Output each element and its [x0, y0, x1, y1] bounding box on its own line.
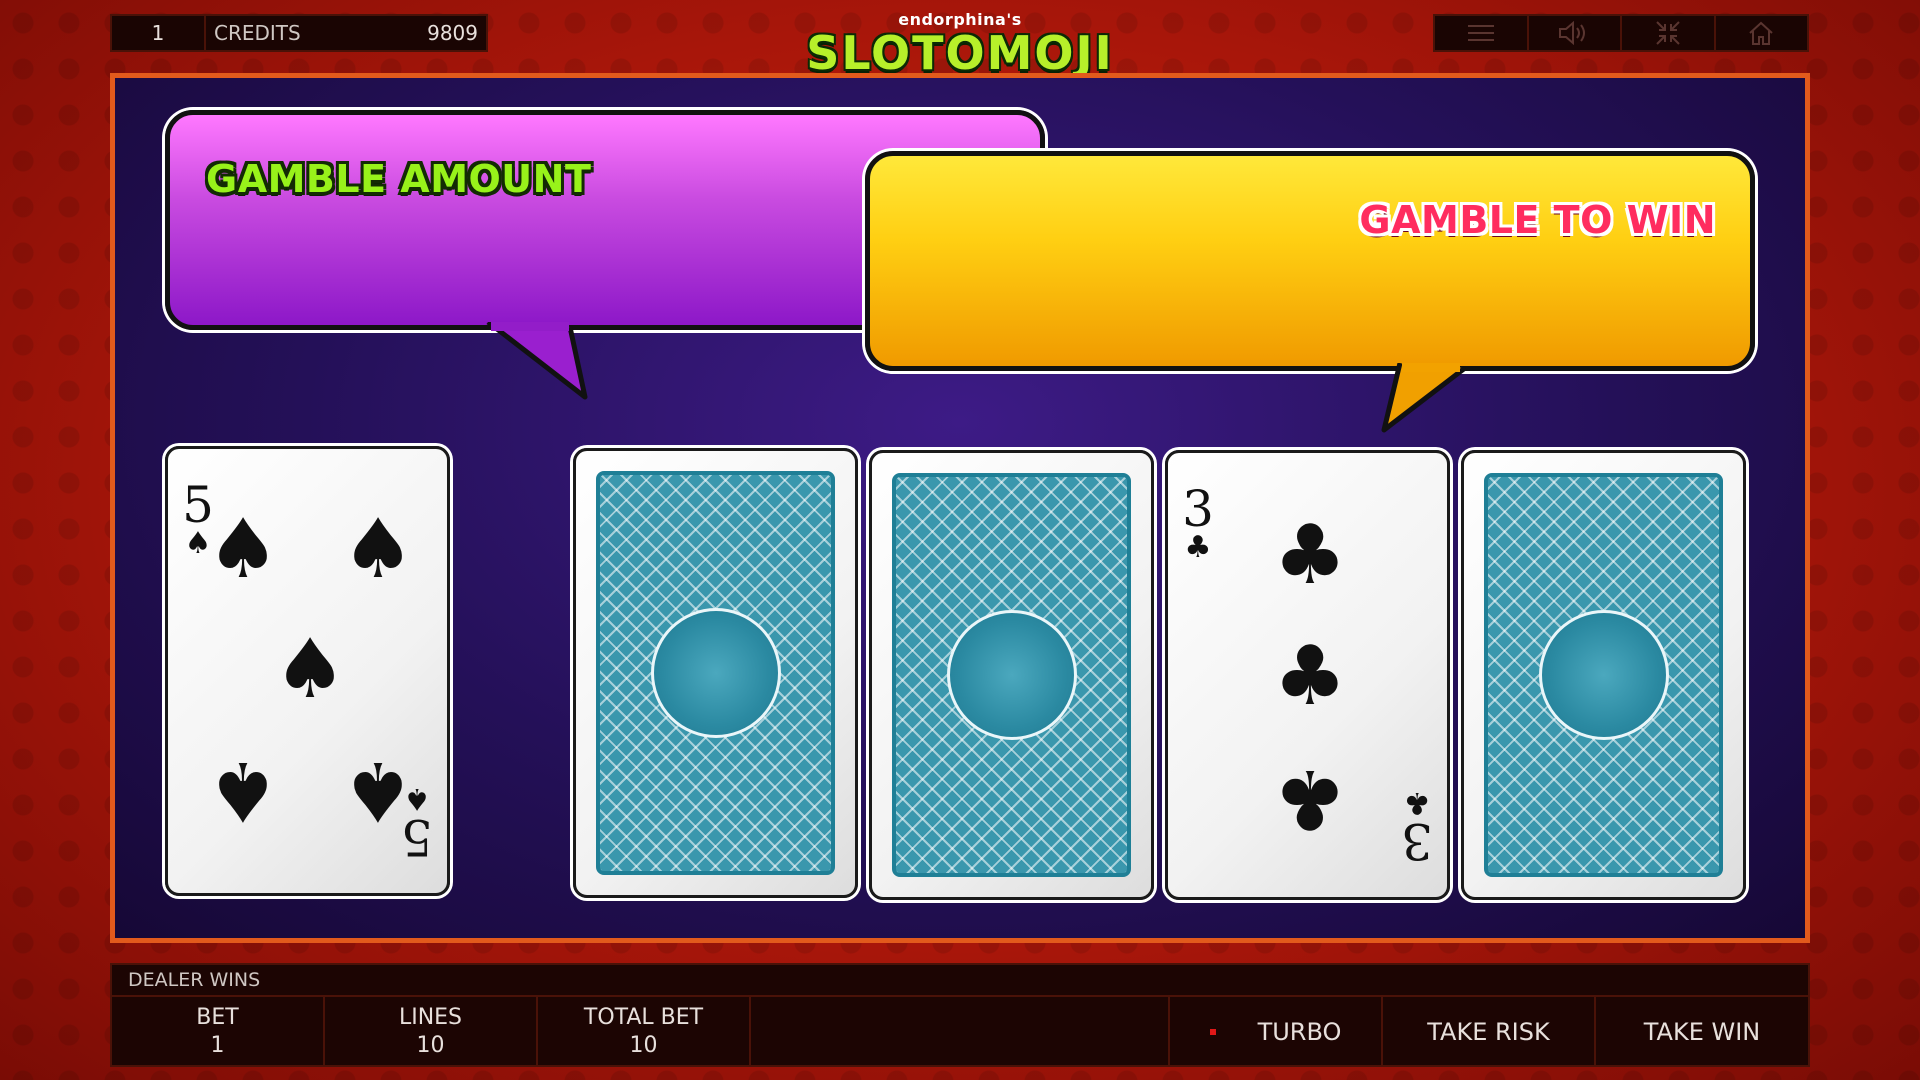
club-pip: ♣: [1273, 508, 1347, 603]
control-bar: [1433, 14, 1809, 52]
spade-pip: ♠: [206, 743, 280, 838]
menu-button[interactable]: [1435, 16, 1529, 50]
lines-label: LINES: [398, 1005, 463, 1030]
spade-pip: ♠: [341, 502, 415, 597]
sound-icon: [1559, 21, 1586, 45]
club-pip: ♣: [1273, 751, 1347, 846]
dealer-card: 5 ♠ ♠ ♠ ♠ ♠ ♠ 5 ♠: [165, 446, 450, 896]
card-back-emblem: [650, 608, 781, 738]
lines-display[interactable]: LINES 10: [325, 997, 538, 1067]
turbo-indicator-icon: [1209, 1029, 1216, 1035]
bet-controls: BET 1 LINES 10 TOTAL BET 10 TURBO TAKE R…: [112, 997, 1808, 1067]
bet-label: BET: [196, 1005, 239, 1030]
card-back-pattern: [596, 471, 835, 875]
gamble-to-win-bubble: GAMBLE TO WIN: [865, 151, 1755, 371]
spade-pip: ♠: [273, 622, 347, 717]
credits-panel: 1 CREDITS 9809: [110, 14, 488, 52]
credits-label: CREDITS: [214, 21, 301, 45]
player-card-1[interactable]: [573, 448, 858, 898]
take-win-label: TAKE WIN: [1643, 1018, 1761, 1046]
bottom-panel: DEALER WINS BET 1 LINES 10 TOTAL BET 10 …: [110, 963, 1810, 1067]
player-card-2[interactable]: [869, 450, 1154, 900]
turbo-label: TURBO: [1257, 1018, 1342, 1046]
home-icon: [1749, 21, 1773, 45]
bet-value: 1: [210, 1033, 225, 1058]
yellow-bubble-tail: [1381, 363, 1467, 433]
card-index-bottom: 3 ♣: [1401, 785, 1433, 870]
lines-value: 10: [416, 1033, 445, 1058]
card-index-top: 3 ♣: [1182, 480, 1214, 565]
total-bet-display: TOTAL BET 10: [538, 997, 751, 1067]
home-button[interactable]: [1716, 16, 1808, 50]
turbo-button[interactable]: TURBO: [1170, 997, 1383, 1067]
game-logo: endorphina's SLOTOMOJI: [780, 10, 1140, 80]
player-card-3: 3 ♣ ♣ ♣ ♣ 3 ♣: [1165, 450, 1450, 900]
card-index-bottom: 5 ♠: [401, 781, 433, 866]
lines-indicator: 1: [112, 16, 206, 50]
sound-button[interactable]: [1529, 16, 1622, 50]
gamble-area: GAMBLE AMOUNT GAMBLE TO WIN 5 ♠ ♠ ♠ ♠ ♠ ♠…: [110, 73, 1810, 943]
minimize-icon: [1656, 21, 1680, 45]
bet-display[interactable]: BET 1: [112, 997, 325, 1067]
gamble-amount-label: GAMBLE AMOUNT: [206, 157, 592, 201]
credits-value: 9809: [427, 21, 478, 45]
fullscreen-button[interactable]: [1622, 16, 1716, 50]
card-back-pattern: [892, 473, 1131, 877]
bottom-spacer: [751, 997, 1170, 1067]
total-bet-label: TOTAL BET: [583, 1005, 704, 1030]
purple-bubble-tail: [486, 322, 588, 400]
logo-title: SLOTOMOJI: [806, 26, 1114, 80]
card-back-emblem: [1538, 610, 1669, 740]
player-card-4[interactable]: [1461, 450, 1746, 900]
club-pip: ♣: [1273, 629, 1347, 724]
card-back-emblem: [946, 610, 1077, 740]
menu-icon: [1467, 25, 1494, 41]
card-back-pattern: [1484, 473, 1723, 877]
take-risk-label: TAKE RISK: [1427, 1018, 1550, 1046]
total-bet-value: 10: [629, 1033, 658, 1058]
spade-pip: ♠: [206, 502, 280, 597]
take-win-button[interactable]: TAKE WIN: [1596, 997, 1808, 1067]
take-risk-button[interactable]: TAKE RISK: [1383, 997, 1596, 1067]
gamble-to-win-label: GAMBLE TO WIN: [1359, 198, 1716, 242]
status-message: DEALER WINS: [112, 965, 1808, 997]
